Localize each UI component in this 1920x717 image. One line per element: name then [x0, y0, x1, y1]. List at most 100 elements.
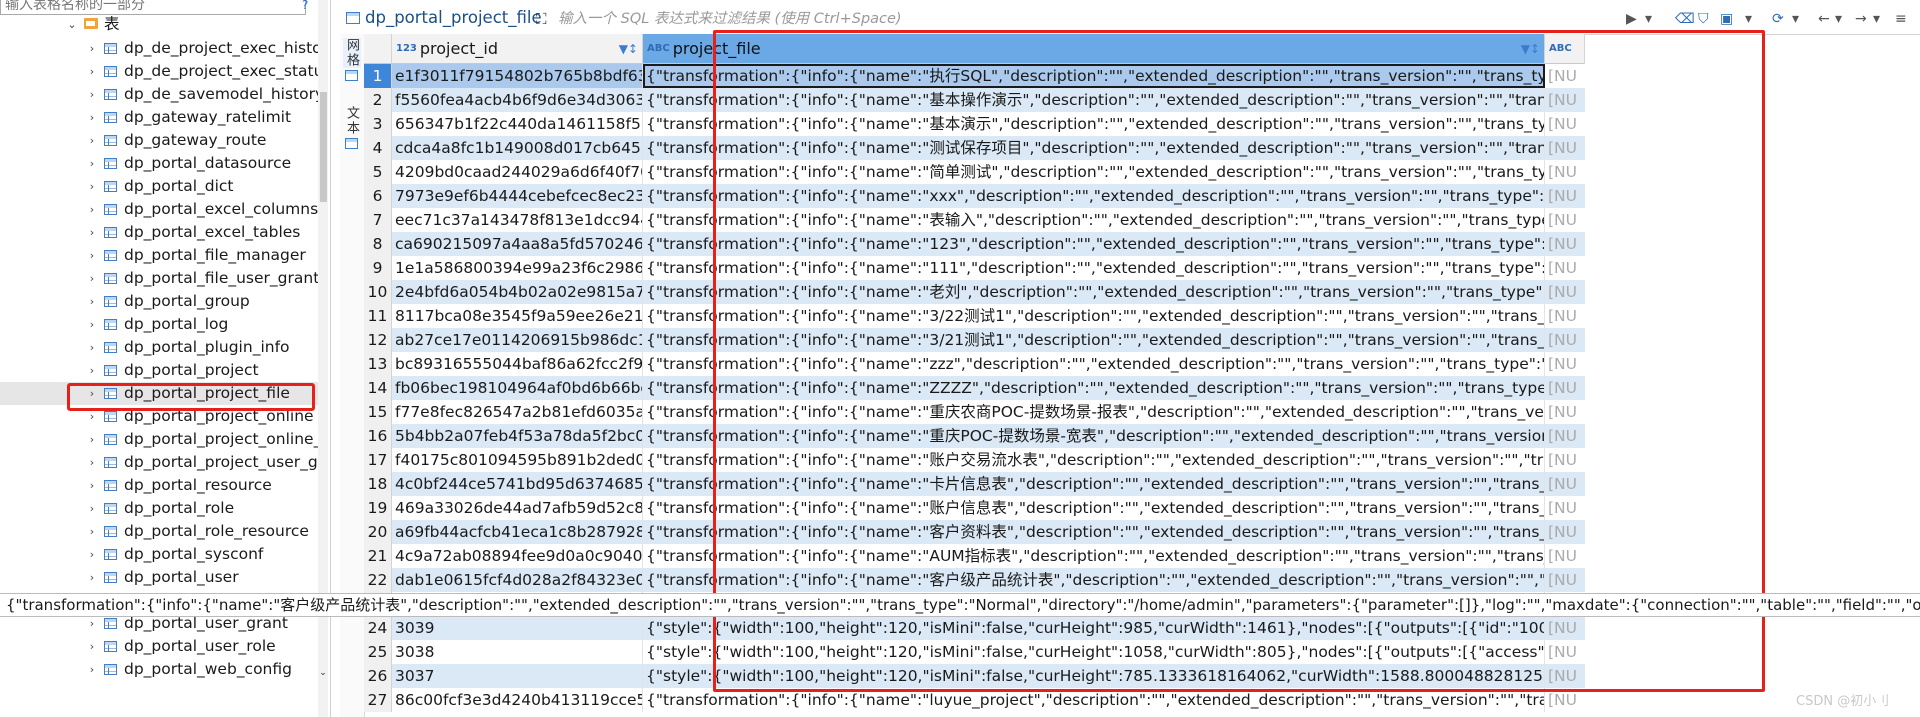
- table-row[interactable]: 165b4bb2a07feb4f53a78da5f2bc0a39be{"tran…: [364, 424, 1874, 448]
- project-file-cell[interactable]: {"transformation":{"info":{"name":"重庆POC…: [643, 424, 1545, 448]
- next-column-cell[interactable]: [NU: [1545, 616, 1585, 640]
- back-icon[interactable]: ←: [1818, 11, 1830, 27]
- table-row[interactable]: 102e4bfd6a054b4b02a02e9815a78c7ef4{"tran…: [364, 280, 1874, 304]
- table-row[interactable]: 2786c00fcf3e3d4240b413119cce59a361{"tran…: [364, 688, 1874, 712]
- table-row[interactable]: 4cdca4a8fc1b149008d017cb6458e08df{"trans…: [364, 136, 1874, 160]
- chevron-right-icon[interactable]: ›: [86, 428, 98, 451]
- tree-item-table[interactable]: › dp_portal_web_config: [0, 658, 320, 681]
- row-number[interactable]: 22: [364, 568, 392, 592]
- scroll-down-icon[interactable]: ⌄: [318, 668, 328, 678]
- project-file-cell[interactable]: {"transformation":{"info":{"name":"卡片信息表…: [643, 472, 1545, 496]
- tree-scrollbar-thumb[interactable]: [320, 92, 327, 202]
- tree-item-table[interactable]: › dp_portal_plugin_info: [0, 336, 320, 359]
- project-id-cell[interactable]: 8117bca08e3545f9a59ee26e21e324ab: [392, 304, 643, 328]
- row-number[interactable]: 13: [364, 352, 392, 376]
- chevron-right-icon[interactable]: ›: [86, 129, 98, 152]
- sort-filter-icon[interactable]: ▼↕: [619, 34, 638, 63]
- filter-dropdown-icon[interactable]: ▾: [1645, 11, 1652, 27]
- row-number[interactable]: 27: [364, 688, 392, 712]
- tree-item-table[interactable]: › dp_portal_user_role: [0, 635, 320, 658]
- next-column-cell[interactable]: [NU: [1545, 664, 1585, 688]
- project-id-cell[interactable]: 3039: [392, 616, 643, 640]
- tree-item-table[interactable]: › dp_portal_log: [0, 313, 320, 336]
- chevron-right-icon[interactable]: ›: [86, 37, 98, 60]
- row-number[interactable]: 14: [364, 376, 392, 400]
- forward-icon[interactable]: →: [1855, 11, 1867, 27]
- project-id-cell[interactable]: 1e1a586800394e99a23f6c2986e4ee02: [392, 256, 643, 280]
- row-number[interactable]: 21: [364, 544, 392, 568]
- project-id-cell[interactable]: f77e8fec826547a2b81efd6035abc91c: [392, 400, 643, 424]
- project-id-cell[interactable]: 4209bd0caad244029a6d6f40f7006f61: [392, 160, 643, 184]
- chevron-right-icon[interactable]: ›: [86, 313, 98, 336]
- project-id-cell[interactable]: 86c00fcf3e3d4240b413119cce59a361: [392, 688, 643, 712]
- project-file-cell[interactable]: {"transformation":{"info":{"name":"AUM指标…: [643, 544, 1545, 568]
- table-row[interactable]: 15f77e8fec826547a2b81efd6035abc91c{"tran…: [364, 400, 1874, 424]
- next-column-cell[interactable]: [NU: [1545, 232, 1585, 256]
- chevron-right-icon[interactable]: ›: [86, 451, 98, 474]
- row-number[interactable]: 9: [364, 256, 392, 280]
- project-id-cell[interactable]: ab27ce17e0114206915b986dc1e89637: [392, 328, 643, 352]
- row-number[interactable]: 18: [364, 472, 392, 496]
- table-row[interactable]: 3656347b1f22c440da1461158f521430e{"trans…: [364, 112, 1874, 136]
- history-icon[interactable]: ⟳: [1772, 11, 1784, 27]
- project-file-cell[interactable]: {"transformation":{"info":{"name":"测试保存项…: [643, 136, 1545, 160]
- project-file-cell[interactable]: {"transformation":{"info":{"name":"执行SQL…: [643, 64, 1545, 88]
- chevron-right-icon[interactable]: ›: [86, 474, 98, 497]
- next-column-cell[interactable]: [NU: [1545, 208, 1585, 232]
- row-number[interactable]: 8: [364, 232, 392, 256]
- row-number[interactable]: 26: [364, 664, 392, 688]
- tree-item-table[interactable]: › dp_portal_group: [0, 290, 320, 313]
- next-column-cell[interactable]: [NU: [1545, 328, 1585, 352]
- tree-item-table[interactable]: › dp_gateway_route: [0, 129, 320, 152]
- row-number[interactable]: 16: [364, 424, 392, 448]
- row-number[interactable]: 20: [364, 520, 392, 544]
- tab-text[interactable]: 文本: [343, 106, 361, 136]
- project-file-cell[interactable]: {"transformation":{"info":{"name":"客户级产品…: [643, 568, 1545, 592]
- tree-item-table[interactable]: › dp_portal_file_user_grant: [0, 267, 320, 290]
- row-number[interactable]: 4: [364, 136, 392, 160]
- next-column-cell[interactable]: [NU: [1545, 472, 1585, 496]
- project-file-cell[interactable]: {"transformation":{"info":{"name":"重庆农商P…: [643, 400, 1545, 424]
- row-number[interactable]: 11: [364, 304, 392, 328]
- chevron-right-icon[interactable]: ›: [86, 175, 98, 198]
- project-id-cell[interactable]: 469a33026de44ad7afb59d52c859be89: [392, 496, 643, 520]
- chevron-right-icon[interactable]: ›: [86, 566, 98, 589]
- next-column-cell[interactable]: [NU: [1545, 448, 1585, 472]
- next-column-cell[interactable]: [NU: [1545, 400, 1585, 424]
- sql-filter-input[interactable]: 输入一个 SQL 表达式来过滤结果 (使用 Ctrl+Space): [558, 8, 1678, 30]
- tree-item-table[interactable]: › dp_de_project_exec_histo: [0, 37, 322, 60]
- project-id-cell[interactable]: 2e4bfd6a054b4b02a02e9815a78c7ef4: [392, 280, 643, 304]
- project-id-cell[interactable]: 3038: [392, 640, 643, 664]
- history-dropdown-icon[interactable]: ▾: [1792, 11, 1799, 27]
- project-id-cell[interactable]: dab1e0615fcf4d028a2f84323e0d3078: [392, 568, 643, 592]
- tables-folder[interactable]: ⌄ 表: [0, 13, 320, 36]
- row-number[interactable]: 2: [364, 88, 392, 112]
- tree-item-table[interactable]: › dp_de_savemodel_history: [0, 83, 324, 106]
- project-file-cell[interactable]: {"transformation":{"info":{"name":"luyue…: [643, 688, 1545, 712]
- next-column-cell[interactable]: [NU: [1545, 256, 1585, 280]
- project-id-cell[interactable]: 4c9a72ab08894fee9d0a0c90402526bd: [392, 544, 643, 568]
- project-file-cell[interactable]: {"transformation":{"info":{"name":"123",…: [643, 232, 1545, 256]
- project-file-cell[interactable]: {"style":{"width":100,"height":120,"isMi…: [643, 616, 1545, 640]
- chevron-right-icon[interactable]: ›: [86, 658, 98, 681]
- row-number[interactable]: 6: [364, 184, 392, 208]
- tree-item-table[interactable]: › dp_portal_excel_tables: [0, 221, 320, 244]
- next-column-cell[interactable]: [NU: [1545, 112, 1585, 136]
- row-number[interactable]: 7: [364, 208, 392, 232]
- next-column-cell[interactable]: [NU: [1545, 520, 1585, 544]
- project-id-cell[interactable]: 3037: [392, 664, 643, 688]
- project-id-cell[interactable]: 656347b1f22c440da1461158f521430e: [392, 112, 643, 136]
- chevron-down-icon[interactable]: ⌄: [66, 13, 78, 36]
- project-id-cell[interactable]: fb06bec198104964af0bd6b66bdc7ad1: [392, 376, 643, 400]
- project-id-cell[interactable]: eec71c37a143478f813e1dcc944efe42: [392, 208, 643, 232]
- project-file-cell[interactable]: {"transformation":{"info":{"name":"客户资料表…: [643, 520, 1545, 544]
- chevron-right-icon[interactable]: ›: [86, 106, 98, 129]
- next-column-cell[interactable]: [NU: [1545, 496, 1585, 520]
- apply-filter-icon[interactable]: ▶: [1626, 11, 1637, 27]
- chevron-right-icon[interactable]: ›: [86, 543, 98, 566]
- eraser-icon[interactable]: ⌫: [1675, 11, 1695, 27]
- tree-item-table[interactable]: › dp_portal_file_manager: [0, 244, 320, 267]
- table-row[interactable]: 118117bca08e3545f9a59ee26e21e324ab{"tran…: [364, 304, 1874, 328]
- project-id-cell[interactable]: a69fb44acfcb41eca1c8b287928a9332: [392, 520, 643, 544]
- project-file-cell[interactable]: {"transformation":{"info":{"name":"3/22测…: [643, 304, 1545, 328]
